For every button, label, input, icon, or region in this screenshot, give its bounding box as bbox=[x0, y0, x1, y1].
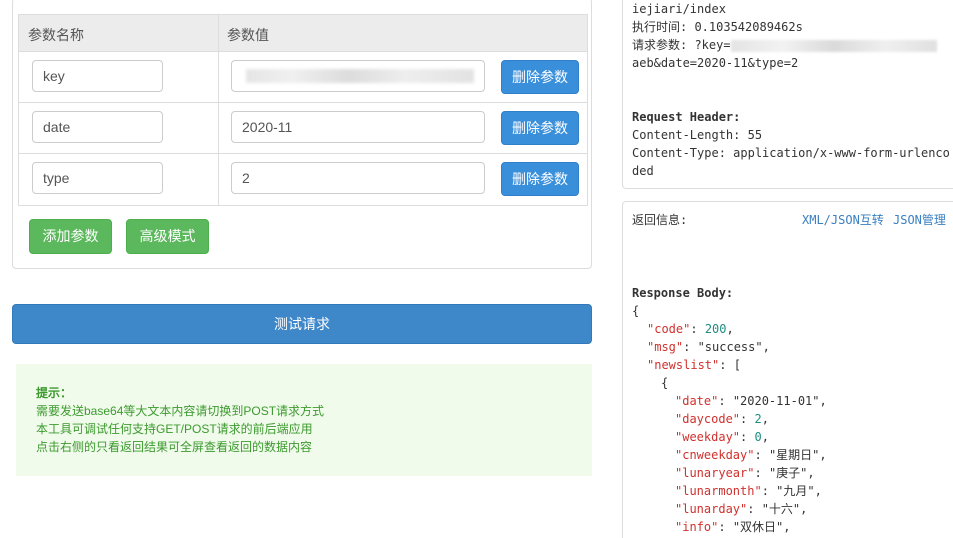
json-line-date: "date": "2020-11-01", bbox=[675, 394, 827, 408]
delete-param-button[interactable]: 删除参数 bbox=[501, 111, 579, 145]
json-value-cnweekday: "星期日" bbox=[768, 448, 820, 462]
json-value-date: "2020-11-01" bbox=[732, 394, 820, 408]
json-line-info: "info": "双休日", bbox=[675, 520, 791, 534]
params-panel: 参数名称 参数值 key 删除参数 date 2020-11 删除参数 type… bbox=[12, 0, 592, 269]
json-line-lunaryear: "lunaryear": "庚子", bbox=[675, 466, 815, 480]
param-row: type 2 删除参数 bbox=[19, 154, 587, 205]
json-line-msg: "msg": "success", bbox=[647, 340, 770, 354]
content-length: Content-Length: 55 bbox=[632, 128, 763, 142]
redacted-key bbox=[730, 39, 937, 52]
json-line-weekday: "weekday": 0, bbox=[675, 430, 769, 444]
redacted-value bbox=[246, 69, 474, 83]
tips-title: 提示： bbox=[36, 386, 73, 400]
add-param-button[interactable]: 添加参数 bbox=[29, 219, 112, 254]
json-line-daycode: "daycode": 2, bbox=[675, 412, 769, 426]
json-open-brace: { bbox=[632, 304, 640, 318]
request-info-box: iejiari/index 执行时间: 0.103542089462s 请求参数… bbox=[622, 0, 953, 189]
tip-line: 点击右侧的只看返回结果可全屏查看返回的数据内容 bbox=[36, 440, 313, 454]
json-line-lunarmonth: "lunarmonth": "九月", bbox=[675, 484, 822, 498]
param-value-input[interactable]: 2020-11 bbox=[231, 111, 485, 143]
json-line-lunarday: "lunarday": "十六", bbox=[675, 502, 808, 516]
json-value-lunarday: "十六" bbox=[761, 502, 801, 516]
json-line-cnweekday: "cnweekday": "星期日", bbox=[675, 448, 827, 462]
params-table: 参数名称 参数值 key 删除参数 date 2020-11 删除参数 type… bbox=[18, 14, 588, 206]
delete-param-button[interactable]: 删除参数 bbox=[501, 60, 579, 94]
json-value-msg: "success" bbox=[697, 340, 763, 354]
response-body-title: Response Body: bbox=[632, 286, 734, 300]
response-label: 返回信息: bbox=[632, 213, 688, 227]
request-params-prefix: 请求参数: ?key= bbox=[632, 38, 731, 52]
json-line-newslist: "newslist": [ bbox=[647, 358, 741, 372]
test-request-button[interactable]: 测试请求 bbox=[12, 304, 592, 344]
tip-line: 本工具可调试任何支持GET/POST请求的前后端应用 bbox=[36, 422, 313, 436]
param-name-input[interactable]: key bbox=[32, 60, 163, 92]
param-name-input[interactable]: date bbox=[32, 111, 163, 143]
exec-time: 执行时间: 0.103542089462s bbox=[632, 20, 803, 34]
json-value-code: 200 bbox=[704, 322, 727, 336]
tips-box: 提示： 需要发送base64等大文本内容请切换到POST请求方式 本工具可调试任… bbox=[16, 364, 592, 476]
header-param-name: 参数名称 bbox=[28, 27, 84, 43]
request-params-cont: aeb&date=2020-11&type=2 bbox=[632, 56, 799, 70]
json-value-info: "双休日" bbox=[732, 520, 784, 534]
content-type: Content-Type: application/x-www-form-url… bbox=[632, 146, 950, 160]
content-type-cont: ded bbox=[632, 164, 654, 178]
param-name-input[interactable]: type bbox=[32, 162, 163, 194]
json-value-lunarmonth: "九月" bbox=[776, 484, 815, 498]
xml-json-convert-link[interactable]: XML/JSON互转 bbox=[802, 211, 884, 229]
json-value-weekday: 0 bbox=[754, 430, 762, 444]
param-row: key 删除参数 bbox=[19, 52, 587, 103]
json-manage-link[interactable]: JSON管理 bbox=[893, 211, 946, 229]
response-box: 返回信息: XML/JSON互转 JSON管理 Response Body: {… bbox=[622, 201, 953, 538]
advanced-mode-button[interactable]: 高级模式 bbox=[126, 219, 209, 254]
param-row: date 2020-11 删除参数 bbox=[19, 103, 587, 154]
params-table-header: 参数名称 参数值 bbox=[19, 15, 587, 52]
json-item-open-brace: { bbox=[661, 376, 669, 390]
json-line-code: "code": 200, bbox=[647, 322, 734, 336]
header-param-value: 参数值 bbox=[227, 27, 269, 43]
json-value-daycode: 2 bbox=[754, 412, 762, 426]
request-url: iejiari/index bbox=[632, 2, 726, 16]
delete-param-button[interactable]: 删除参数 bbox=[501, 162, 579, 196]
tip-line: 需要发送base64等大文本内容请切换到POST请求方式 bbox=[36, 404, 325, 418]
json-value-lunaryear: "庚子" bbox=[768, 466, 808, 480]
request-header-title: Request Header: bbox=[632, 110, 741, 124]
param-value-input[interactable]: 2 bbox=[231, 162, 485, 194]
param-value-input[interactable] bbox=[231, 60, 485, 92]
request-params: 请求参数: ?key= bbox=[632, 36, 937, 54]
